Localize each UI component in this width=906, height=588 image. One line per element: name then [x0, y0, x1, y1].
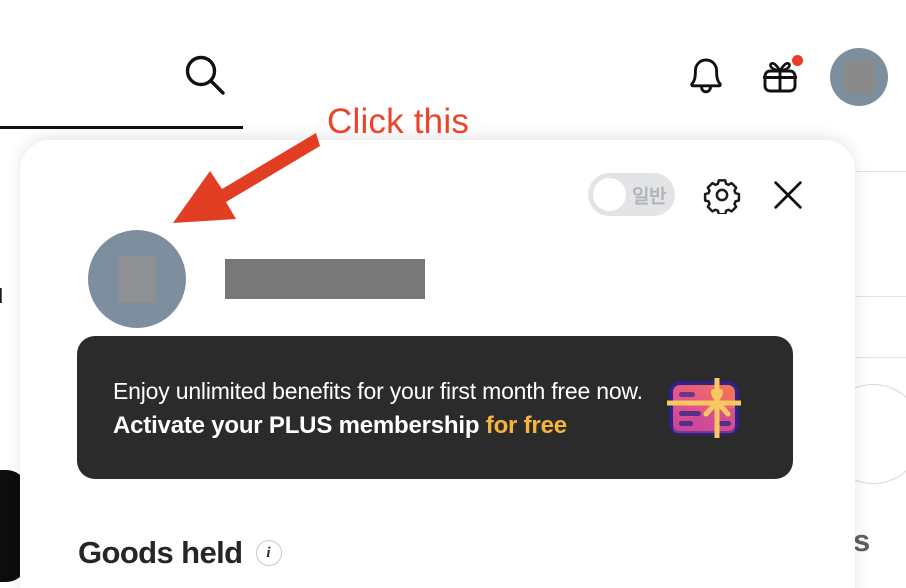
background-text-left: u: [0, 278, 4, 311]
gift-card-icon: [667, 377, 741, 438]
gift-icon[interactable]: [756, 53, 804, 101]
mode-toggle-switch[interactable]: 일반: [588, 173, 675, 216]
avatar-redaction: [844, 60, 874, 94]
app-screenshot: u s 일반: [0, 0, 906, 588]
promo-line-2: Activate your PLUS membership for free: [113, 412, 661, 440]
plus-membership-promo-banner[interactable]: Enjoy unlimited benefits for your first …: [77, 336, 793, 479]
page-title: Goods held: [78, 535, 243, 570]
modal-toolbar: 일반: [588, 173, 807, 216]
profile-avatar[interactable]: [88, 230, 186, 328]
promo-text-block: Enjoy unlimited benefits for your first …: [77, 375, 667, 441]
gear-icon[interactable]: [703, 176, 741, 214]
profile-name-redaction: [225, 259, 425, 299]
search-icon[interactable]: [182, 53, 228, 99]
toggle-label: 일반: [632, 185, 666, 207]
info-icon[interactable]: i: [255, 540, 282, 566]
avatar[interactable]: [830, 48, 888, 106]
promo-line-1: Enjoy unlimited benefits for your first …: [113, 377, 643, 404]
toggle-knob: [593, 178, 626, 211]
profile-avatar-redaction: [118, 255, 156, 303]
close-icon[interactable]: [769, 176, 807, 214]
promo-line-2-prefix: Activate your PLUS membership: [113, 412, 486, 440]
header-actions: [682, 48, 888, 106]
promo-line-2-highlight: for free: [485, 412, 567, 440]
background-text-right: s: [853, 523, 870, 558]
app-header: [0, 0, 906, 128]
profile-modal-sheet: 일반 Enjoy unlimited benefits for your fir…: [20, 140, 855, 588]
gift-notification-badge: [792, 55, 803, 66]
bell-icon[interactable]: [682, 53, 730, 101]
goods-held-section-header: Goods held i: [78, 535, 282, 571]
active-tab-underline: [0, 126, 243, 129]
profile-summary[interactable]: [88, 230, 425, 328]
